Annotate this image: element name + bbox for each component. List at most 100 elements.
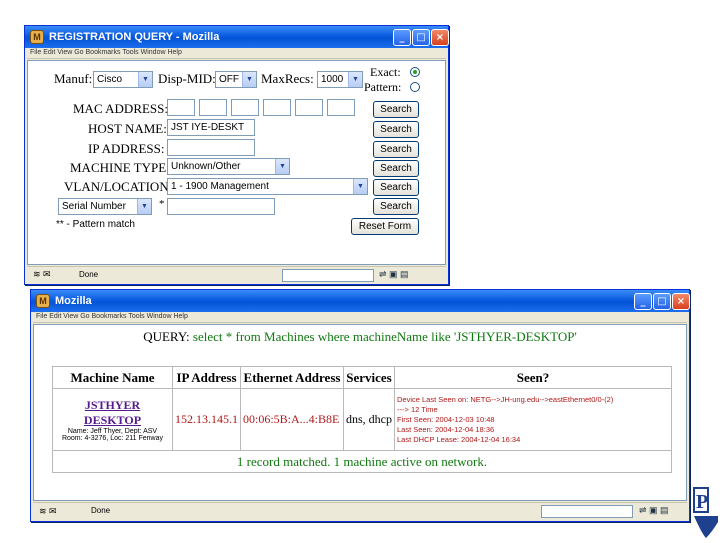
seen-cell: Device Last Seen on: NETG-->JH-ung.edu--… <box>394 388 672 451</box>
minimize-button[interactable]: _ <box>634 293 652 310</box>
maximize-button[interactable]: □ <box>412 29 430 46</box>
exact-radio[interactable] <box>410 67 420 77</box>
status-icons: ≋ ✉ <box>33 269 51 279</box>
manuf-select[interactable]: Cisco ▼ <box>93 71 153 88</box>
mac-octet-5[interactable] <box>295 99 323 116</box>
title-bar[interactable]: M REGISTRATION QUERY - Mozilla _ □ × <box>25 26 449 48</box>
seen-line: ---> 12 Time <box>397 404 438 414</box>
header-ip-address: IP Address <box>172 366 241 389</box>
pattern-footnote: ** - Pattern match <box>56 219 135 230</box>
progress-field <box>541 505 633 518</box>
ip-address-input[interactable] <box>167 139 255 156</box>
services-cell: dns, dhcp <box>343 388 395 451</box>
maxrecs-label: MaxRecs: <box>261 71 314 86</box>
host-name-label: HOST NAME: <box>88 121 167 136</box>
close-button[interactable]: × <box>431 29 449 46</box>
svg-text:P: P <box>696 491 708 513</box>
machine-type-value: Unknown/Other <box>171 161 241 172</box>
maxrecs-value: 1000 <box>321 74 344 85</box>
results-content: QUERY: select * from Machines where mach… <box>33 324 687 501</box>
ip-address-cell: 152.13.145.1 <box>172 388 241 451</box>
mac-search-button[interactable]: Search <box>373 101 419 118</box>
mozilla-icon: M <box>36 294 50 308</box>
mac-octet-2[interactable] <box>199 99 227 116</box>
close-button[interactable]: × <box>672 293 690 310</box>
seen-line: Last Seen: 2004-12-04 18:36 <box>397 424 495 434</box>
status-text: Done <box>91 506 111 515</box>
extra-field-select[interactable]: Serial Number ▼ <box>58 198 152 215</box>
machine-type-select[interactable]: Unknown/Other ▼ <box>167 158 290 175</box>
serial-search-button[interactable]: Search <box>373 198 419 215</box>
form-content: Manuf: Cisco ▼ Disp-MID: OFF ▼ MaxRecs: … <box>27 60 446 265</box>
window-title: Mozilla <box>55 295 92 307</box>
header-seen: Seen? <box>394 366 672 389</box>
summary-row: 1 record matched. 1 machine active on ne… <box>52 450 672 473</box>
status-bar: ≋ ✉ Done ⇌ ▣ ▤ <box>33 502 687 520</box>
query-line: QUERY: select * from Machines where mach… <box>34 329 686 345</box>
pattern-radio[interactable] <box>410 82 420 92</box>
table-row: JSTHYER DESKTOP Name: Jeff Thyer, Dept: … <box>52 388 672 451</box>
ip-search-button[interactable]: Search <box>373 141 419 158</box>
host-name-input[interactable]: JST IYE-DESKT <box>167 119 255 136</box>
menu-bar[interactable]: File Edit View Go Bookmarks Tools Window… <box>33 312 687 323</box>
header-ethernet-address: Ethernet Address <box>240 366 344 389</box>
chevron-down-icon: ▼ <box>137 199 151 214</box>
machine-name-cell: JSTHYER DESKTOP Name: Jeff Thyer, Dept: … <box>52 388 173 451</box>
progress-field <box>282 269 374 282</box>
header-machine-name: Machine Name <box>52 366 173 389</box>
header-services: Services <box>343 366 395 389</box>
type-search-button[interactable]: Search <box>373 160 419 177</box>
machine-owner: Name: Jeff Thyer, Dept: ASV <box>67 427 158 435</box>
connection-icon: ⇌ ▣ ▤ <box>379 269 409 279</box>
mac-octet-6[interactable] <box>327 99 355 116</box>
summary-text: 1 record matched. 1 machine active on ne… <box>52 450 672 473</box>
disp-mid-value: OFF <box>219 74 239 85</box>
seen-line: Last DHCP Lease: 2004-12-04 16:34 <box>397 434 521 444</box>
window-title: REGISTRATION QUERY - Mozilla <box>49 31 220 43</box>
maxrecs-select[interactable]: 1000 ▼ <box>317 71 363 88</box>
connection-icon: ⇌ ▣ ▤ <box>639 505 669 515</box>
mac-octet-1[interactable] <box>167 99 195 116</box>
ip-address-label: IP ADDRESS: <box>88 141 165 156</box>
mac-octet-3[interactable] <box>231 99 259 116</box>
university-logo: P <box>692 486 720 540</box>
chevron-down-icon: ▼ <box>275 159 289 174</box>
status-icons: ≋ ✉ <box>39 506 57 516</box>
manuf-value: Cisco <box>97 74 123 85</box>
query-prefix: QUERY: <box>143 329 190 344</box>
results-table: Machine Name IP Address Ethernet Address… <box>52 366 672 473</box>
machine-name-link[interactable]: JSTHYER DESKTOP <box>55 398 170 428</box>
disp-mid-label: Disp-MID: <box>158 71 216 86</box>
manuf-label: Manuf: <box>54 71 93 86</box>
host-search-button[interactable]: Search <box>373 121 419 138</box>
seen-line: Device Last Seen on: NETG-->JH-ung.edu--… <box>397 394 614 404</box>
vlan-location-select[interactable]: 1 - 1900 Management ▼ <box>167 178 368 195</box>
reset-form-button[interactable]: Reset Form <box>351 218 419 235</box>
vlan-location-label: VLAN/LOCATION: <box>64 179 173 194</box>
mac-octet-4[interactable] <box>263 99 291 116</box>
mac-address-label: MAC ADDRESS: <box>73 101 168 116</box>
machine-location: Room: 4-3276, Loc: 211 Fenway <box>61 434 164 442</box>
seen-line: First Seen: 2004-12-03 10:48 <box>397 414 495 424</box>
status-text: Done <box>79 270 99 279</box>
chevron-down-icon: ▼ <box>348 72 362 87</box>
minimize-button[interactable]: _ <box>393 29 411 46</box>
disp-mid-select[interactable]: OFF ▼ <box>215 71 257 88</box>
machine-type-label: MACHINE TYPE: <box>70 160 170 175</box>
shield-logo-icon: P <box>692 486 720 540</box>
pattern-star: * <box>159 198 165 210</box>
pattern-label: Pattern: <box>364 80 402 94</box>
title-bar[interactable]: M Mozilla _ □ × <box>31 290 690 312</box>
maximize-button[interactable]: □ <box>653 293 671 310</box>
vlan-location-value: 1 - 1900 Management <box>171 181 269 192</box>
chevron-down-icon: ▼ <box>353 179 367 194</box>
vlan-search-button[interactable]: Search <box>373 179 419 196</box>
menu-bar[interactable]: File Edit View Go Bookmarks Tools Window… <box>27 48 446 59</box>
extra-field-value: Serial Number <box>62 201 126 212</box>
mozilla-icon: M <box>30 30 44 44</box>
ethernet-address-cell: 00:06:5B:A...4:B8E <box>240 388 344 451</box>
results-window: M Mozilla _ □ × File Edit View Go Bookma… <box>30 289 690 522</box>
registration-query-window: M REGISTRATION QUERY - Mozilla _ □ × Fil… <box>24 25 449 285</box>
exact-label: Exact: <box>370 65 401 79</box>
serial-number-input[interactable] <box>167 198 275 215</box>
